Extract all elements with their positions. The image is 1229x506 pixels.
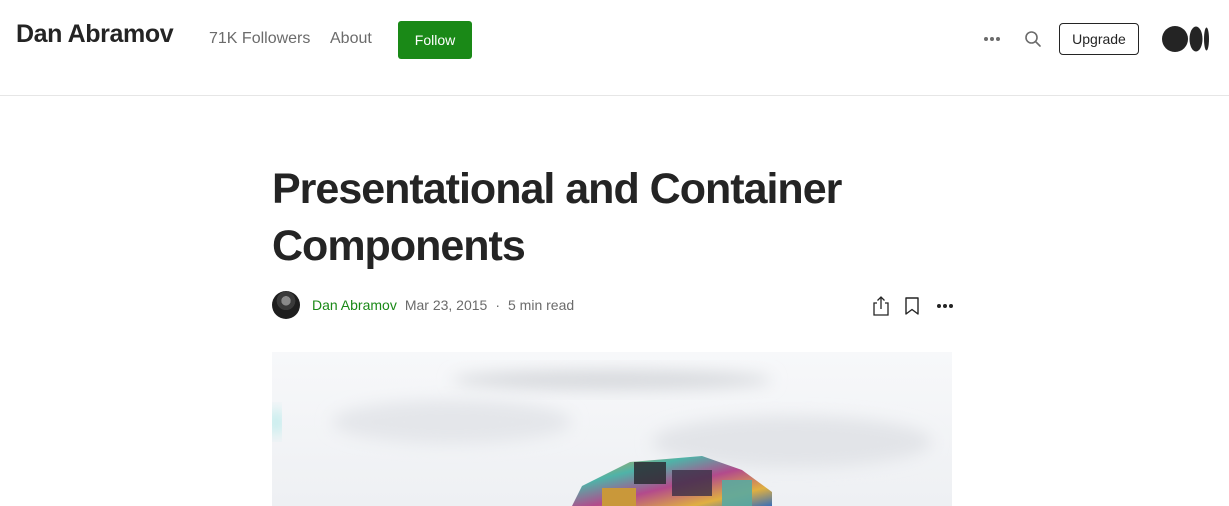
upgrade-button[interactable]: Upgrade: [1059, 23, 1139, 55]
bookmark-icon[interactable]: [902, 295, 922, 317]
meta-separator: ·: [495, 297, 500, 313]
hero-image: [272, 352, 952, 506]
read-time: 5 min read: [508, 297, 575, 313]
author-name[interactable]: Dan Abramov: [312, 297, 397, 313]
medium-logo-icon[interactable]: [1162, 25, 1210, 53]
followers-link[interactable]: 71K Followers: [209, 30, 310, 48]
follow-button[interactable]: Follow: [398, 21, 472, 59]
search-icon[interactable]: [1021, 27, 1045, 51]
publication-name[interactable]: Dan Abramov: [16, 20, 174, 49]
more-options-icon[interactable]: [934, 300, 956, 312]
more-horizontal-icon[interactable]: [980, 28, 1004, 50]
author-avatar[interactable]: [272, 291, 300, 319]
article-title: Presentational and Container Components: [272, 165, 842, 270]
article-byline: Dan Abramov Mar 23, 2015 · 5 min read: [272, 291, 574, 319]
publish-date: Mar 23, 2015: [404, 297, 488, 313]
share-icon[interactable]: [870, 294, 892, 318]
top-navigation-bar: Dan Abramov 71K Followers About Follow U…: [0, 0, 1229, 96]
about-link[interactable]: About: [330, 30, 372, 48]
